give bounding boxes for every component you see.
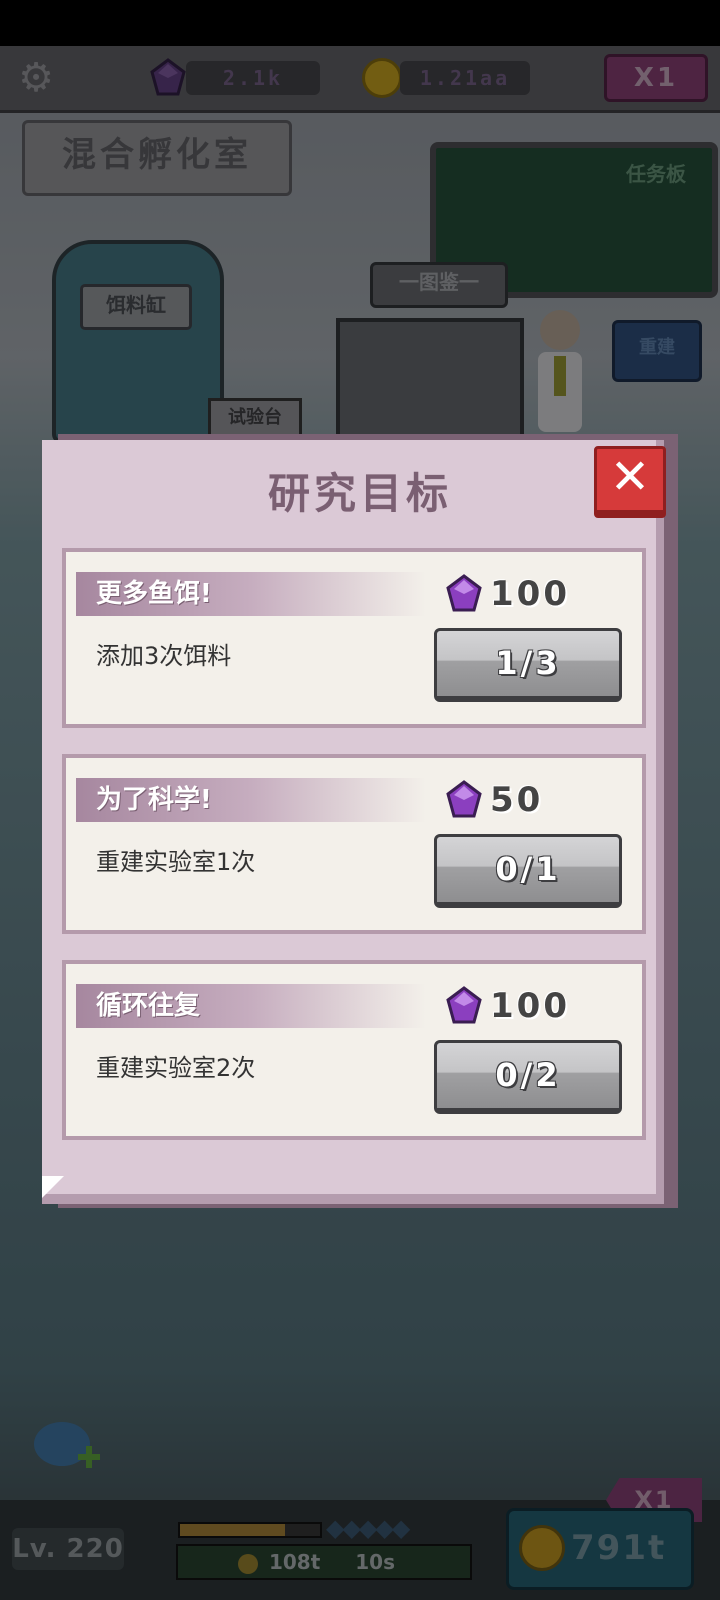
goal-card: 循环往复 重建实验室2次 100 0/2 <box>62 960 646 1140</box>
goal-title: 更多鱼饵! <box>96 579 212 609</box>
goal-title: 循环往复 <box>96 991 201 1021</box>
goal-description: 重建实验室2次 <box>96 1054 256 1082</box>
goal-reward: 50 <box>490 780 544 820</box>
modal-corner-fold <box>42 1176 64 1198</box>
goal-title: 为了科学! <box>96 785 212 815</box>
goal-card: 更多鱼饵! 添加3次饵料 100 1/3 <box>62 548 646 728</box>
goal-description: 重建实验室1次 <box>96 848 256 876</box>
goal-progress-button[interactable]: 1/3 <box>434 628 622 702</box>
goal-card: 为了科学! 重建实验室1次 50 0/1 <box>62 754 646 934</box>
goal-progress-button[interactable]: 0/2 <box>434 1040 622 1114</box>
gem-icon <box>446 986 482 1024</box>
goal-description: 添加3次饵料 <box>96 642 232 670</box>
close-icon[interactable]: ✕ <box>594 446 666 518</box>
goal-reward: 100 <box>490 574 570 614</box>
gem-icon <box>446 780 482 818</box>
goal-reward: 100 <box>490 986 570 1026</box>
gem-icon <box>446 574 482 612</box>
goal-progress-button[interactable]: 0/1 <box>434 834 622 908</box>
